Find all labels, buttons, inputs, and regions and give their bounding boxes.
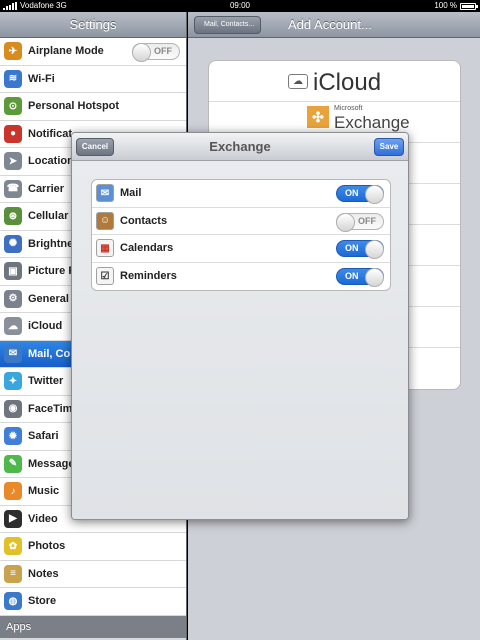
sidebar-item-label: Personal Hotspot	[28, 100, 120, 113]
store-icon: ◍	[4, 592, 22, 611]
sidebar-item-label: Music	[28, 485, 60, 498]
contacts-toggle[interactable]: OFF	[336, 212, 384, 232]
sync-row-contacts: ☺ Contacts OFF	[92, 208, 390, 235]
save-button[interactable]: Save	[374, 138, 404, 156]
sidebar-title: Settings	[69, 17, 117, 32]
carrier-icon: ☎	[4, 179, 22, 198]
calendars-toggle[interactable]: ON	[336, 240, 384, 259]
sidebar-item-label: Airplane Mode	[28, 45, 104, 58]
mail-toggle[interactable]: ON	[336, 185, 384, 204]
sidebar-item-label: Safari	[28, 430, 59, 443]
sidebar-item-wi-fi[interactable]: ≋ Wi-Fi	[0, 66, 186, 93]
sidebar-nav-bar: Settings	[0, 12, 186, 38]
modal-nav-bar: Cancel Exchange Save	[72, 133, 408, 161]
photos-icon: ✿	[4, 537, 22, 556]
location-icon: ➤	[4, 152, 22, 171]
sidebar-item-label: FaceTim	[28, 402, 73, 415]
sidebar-item-label: General	[28, 292, 69, 305]
modal-body: ✉ Mail ON ☺ Contacts OFF ▦ Calendars ON ☑ Reminder…	[72, 161, 408, 519]
reminders-toggle[interactable]: ON	[336, 267, 384, 287]
sidebar-item-label: iCloud	[28, 320, 63, 333]
sidebar-item-photos[interactable]: ✿ Photos	[0, 533, 186, 561]
sidebar-item-notes[interactable]: ≡ Notes	[0, 561, 186, 588]
notifications-icon: ●	[4, 124, 22, 143]
sync-row-mail: ✉ Mail ON	[92, 180, 390, 208]
mail-icon: ✉	[4, 344, 22, 363]
sidebar-item-label: Notificat	[28, 127, 72, 140]
sync-row-label: Mail	[120, 187, 142, 200]
apps-group-header: Apps	[0, 615, 186, 638]
airplane-icon: ✈	[4, 42, 22, 61]
exchange-modal: Cancel Exchange Save ✉ Mail ON ☺ Contacts OFF…	[71, 132, 409, 520]
calendar-icon: ▦	[96, 239, 114, 258]
battery-area: 100 %	[434, 0, 478, 12]
detail-title: Add Account...	[288, 17, 372, 32]
modal-title: Exchange	[209, 139, 271, 154]
icloud-label: iCloud	[313, 69, 382, 96]
back-button[interactable]: Mail, Contacts...	[194, 16, 262, 34]
sidebar-item-label: Store	[28, 595, 57, 608]
sidebar-item-store[interactable]: ◍ Store	[0, 588, 186, 616]
hotspot-icon: ⊙	[4, 97, 22, 116]
battery-icon	[460, 2, 478, 10]
sync-row-reminders: ☑ Reminders ON	[92, 263, 390, 291]
reminders-icon: ☑	[96, 267, 114, 286]
music-icon: ♪	[4, 482, 22, 501]
status-bar: Vodafone 3G 09:00 100 %	[0, 0, 480, 12]
facetime-icon: ◉	[4, 399, 22, 418]
messages-icon: ✎	[4, 454, 22, 473]
clock: 09:00	[229, 1, 251, 10]
sync-row-label: Reminders	[120, 270, 177, 283]
sidebar-item-personal-hotspot[interactable]: ⊙ Personal Hotspot	[0, 93, 186, 121]
twitter-icon: ✦	[4, 372, 22, 391]
cellular-icon: ⊛	[4, 207, 22, 226]
sidebar-item-label: Video	[28, 512, 58, 525]
sidebar-item-label: Carrier	[28, 182, 65, 195]
battery-percent: 100 %	[434, 1, 457, 10]
exchange-vendor-label: Microsoft	[334, 105, 363, 112]
sidebar-item-label: Wi-Fi	[28, 72, 55, 85]
sidebar-item-label: Brightne	[28, 237, 74, 250]
mail-icon: ✉	[96, 184, 114, 203]
sidebar-item-label: Photos	[28, 540, 66, 553]
sidebar-item-label: Cellular	[28, 210, 69, 223]
airplane-mode-toggle[interactable]: OFF	[132, 43, 180, 62]
provider-icloud[interactable]: ☁ iCloud	[209, 61, 460, 102]
sidebar-item-label: Twitter	[28, 375, 64, 388]
sidebar-item-label: Mail, Co	[28, 347, 71, 360]
safari-icon: ✹	[4, 427, 22, 446]
brightness-icon: ✺	[4, 234, 22, 253]
exchange-label: Exchange	[334, 113, 410, 132]
contacts-icon: ☺	[96, 211, 114, 230]
sync-toggle-group: ✉ Mail ON ☺ Contacts OFF ▦ Calendars ON ☑ Reminder…	[91, 179, 391, 291]
sidebar-item-label: Notes	[28, 567, 59, 580]
notes-icon: ≡	[4, 564, 22, 583]
icloud-icon: ☁	[288, 74, 308, 89]
wifi-icon: ≋	[4, 69, 22, 88]
sync-row-label: Calendars	[120, 242, 174, 255]
exchange-icon: ✣	[307, 106, 329, 128]
sidebar-item-label: Message	[28, 457, 75, 470]
picture-frame-icon: ▣	[4, 262, 22, 281]
detail-nav-bar: Mail, Contacts... Add Account...	[188, 12, 480, 38]
video-icon: ▶	[4, 509, 22, 528]
sidebar-item-label: Location	[28, 155, 74, 168]
icloud-icon: ☁	[4, 317, 22, 336]
sidebar-item-airplane-mode[interactable]: ✈ Airplane Mode OFF	[0, 38, 186, 66]
sync-row-calendars: ▦ Calendars ON	[92, 235, 390, 263]
sync-row-label: Contacts	[120, 214, 168, 227]
sidebar-item-label: Picture F	[28, 265, 76, 278]
gear-icon: ⚙	[4, 289, 22, 308]
